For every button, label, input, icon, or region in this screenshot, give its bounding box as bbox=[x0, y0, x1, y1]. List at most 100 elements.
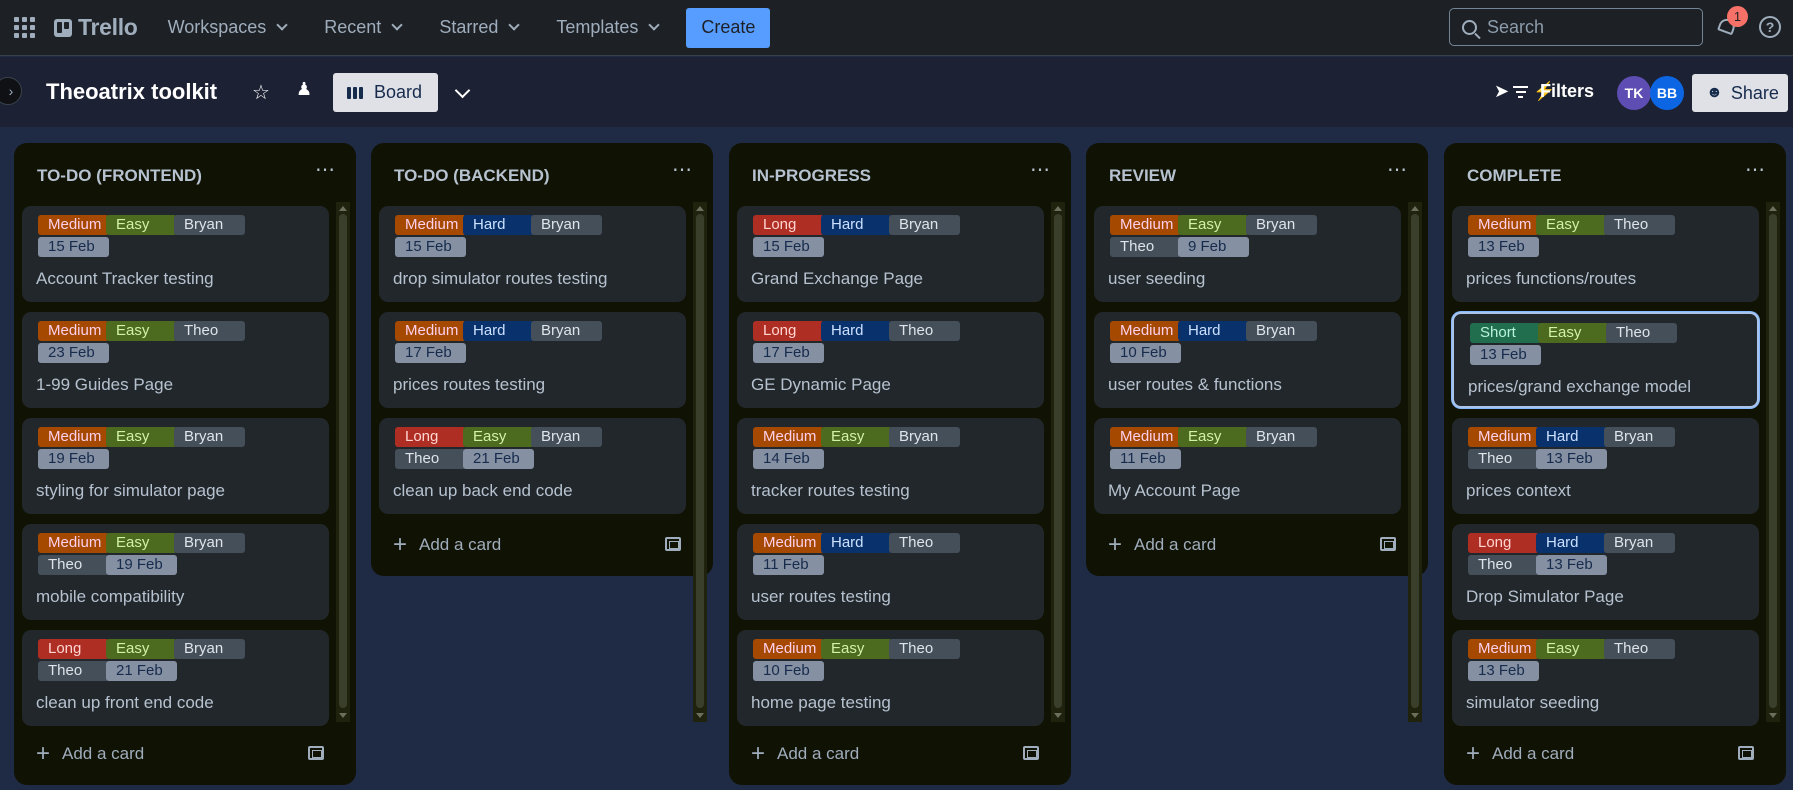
card-label[interactable]: Hard bbox=[463, 215, 534, 235]
card[interactable]: Long Easy Bryan Theo 21 Feb clean up front en… bbox=[22, 630, 329, 726]
due-date-badge[interactable]: 10 Feb bbox=[753, 661, 824, 681]
card-label[interactable]: Hard bbox=[1536, 533, 1607, 553]
card-label[interactable]: Bryan bbox=[1246, 215, 1317, 235]
due-date-badge[interactable]: 9 Feb bbox=[1178, 237, 1249, 257]
card-label[interactable]: Bryan bbox=[889, 215, 960, 235]
due-date-badge[interactable]: 13 Feb bbox=[1536, 555, 1607, 575]
chevron-down-icon[interactable] bbox=[454, 82, 471, 99]
card-template-icon[interactable] bbox=[1738, 746, 1754, 760]
card-label[interactable]: Long bbox=[395, 427, 466, 447]
card[interactable]: Long Hard Bryan Theo 13 Feb Drop Simulator Pa… bbox=[1452, 524, 1759, 620]
card[interactable]: Medium Easy Bryan 19 Feb styling for simulat… bbox=[22, 418, 329, 514]
due-date-badge[interactable]: 23 Feb bbox=[38, 343, 109, 363]
list-scrollbar[interactable] bbox=[336, 202, 350, 722]
card-label[interactable]: Long bbox=[38, 639, 109, 659]
card-label[interactable]: Bryan bbox=[1246, 321, 1317, 341]
card-label[interactable]: Easy bbox=[821, 427, 892, 447]
avatar[interactable]: TK bbox=[1617, 76, 1651, 110]
list-scrollbar[interactable] bbox=[1766, 202, 1780, 722]
list-menu-icon[interactable]: ⋯ bbox=[1387, 157, 1408, 182]
due-date-badge[interactable]: 13 Feb bbox=[1536, 449, 1607, 469]
scroll-thumb[interactable] bbox=[1054, 214, 1062, 708]
due-date-badge[interactable]: 21 Feb bbox=[106, 661, 177, 681]
due-date-badge[interactable]: 11 Feb bbox=[1110, 449, 1181, 469]
workspace-visibility-icon[interactable]: ♟ bbox=[296, 79, 312, 100]
card-label[interactable]: Bryan bbox=[174, 639, 245, 659]
due-date-badge[interactable]: 13 Feb bbox=[1470, 345, 1541, 365]
due-date-badge[interactable]: 17 Feb bbox=[753, 343, 824, 363]
card-label[interactable]: Theo bbox=[889, 321, 960, 341]
add-card-button[interactable]: + Add a card bbox=[385, 521, 695, 569]
star-icon[interactable]: ☆ bbox=[252, 80, 270, 105]
list-title[interactable]: IN-PROGRESS bbox=[752, 166, 871, 186]
add-card-button[interactable]: + Add a card bbox=[28, 730, 338, 778]
card-label[interactable]: Easy bbox=[1536, 639, 1607, 659]
card-label[interactable]: Easy bbox=[106, 639, 177, 659]
card-label[interactable]: Easy bbox=[106, 215, 177, 235]
card[interactable]: Medium Hard Bryan 15 Feb drop simulator rout… bbox=[379, 206, 686, 302]
card-label[interactable]: Theo bbox=[1604, 215, 1675, 235]
card-label[interactable]: Theo bbox=[38, 661, 109, 681]
filters-button[interactable]: Filters bbox=[1513, 81, 1594, 102]
card-label[interactable]: Bryan bbox=[889, 427, 960, 447]
card-label[interactable]: Easy bbox=[106, 321, 177, 341]
scroll-up-icon[interactable] bbox=[339, 206, 347, 211]
board-view-button[interactable]: Board bbox=[333, 73, 438, 112]
scroll-down-icon[interactable] bbox=[1054, 713, 1062, 718]
card[interactable]: Medium Hard Bryan 17 Feb prices routes testi… bbox=[379, 312, 686, 408]
card-label[interactable]: Long bbox=[1468, 533, 1539, 553]
board-title[interactable]: Theoatrix toolkit bbox=[46, 79, 217, 105]
card[interactable]: Long Hard Bryan 15 Feb Grand Exchange Page bbox=[737, 206, 1044, 302]
card-label[interactable]: Easy bbox=[106, 427, 177, 447]
card[interactable]: Long Hard Theo 17 Feb GE Dynamic Page bbox=[737, 312, 1044, 408]
card-label[interactable]: Theo bbox=[1468, 449, 1539, 469]
due-date-badge[interactable]: 17 Feb bbox=[395, 343, 466, 363]
card-label[interactable]: Easy bbox=[1536, 215, 1607, 235]
card-label[interactable]: Theo bbox=[889, 639, 960, 659]
create-button[interactable]: Create bbox=[686, 7, 771, 48]
card-label[interactable]: Medium bbox=[1110, 215, 1181, 235]
card-label[interactable]: Long bbox=[753, 321, 824, 341]
card-template-icon[interactable] bbox=[1023, 746, 1039, 760]
list-scrollbar[interactable] bbox=[1408, 202, 1422, 722]
share-button[interactable]: ☻ Share bbox=[1692, 74, 1788, 112]
due-date-badge[interactable]: 11 Feb bbox=[753, 555, 824, 575]
list-title[interactable]: COMPLETE bbox=[1467, 166, 1561, 186]
workspaces-menu[interactable]: Workspaces bbox=[156, 9, 299, 46]
due-date-badge[interactable]: 14 Feb bbox=[753, 449, 824, 469]
help-button[interactable]: ? bbox=[1759, 16, 1781, 38]
search-input[interactable]: Search bbox=[1449, 8, 1703, 46]
card-label[interactable]: Medium bbox=[753, 533, 824, 553]
card-label[interactable]: Theo bbox=[889, 533, 960, 553]
scroll-thumb[interactable] bbox=[1411, 214, 1419, 708]
recent-menu[interactable]: Recent bbox=[312, 9, 413, 46]
card-label[interactable]: Theo bbox=[1110, 237, 1181, 257]
card-label[interactable]: Easy bbox=[1538, 323, 1609, 343]
card[interactable]: Short Easy Theo 13 Feb prices/grand exchange… bbox=[1452, 312, 1759, 408]
card-label[interactable]: Bryan bbox=[531, 321, 602, 341]
due-date-badge[interactable]: 10 Feb bbox=[1110, 343, 1181, 363]
card-label[interactable]: Medium bbox=[753, 427, 824, 447]
scroll-up-icon[interactable] bbox=[1769, 206, 1777, 211]
power-ups-icon[interactable]: ➤ bbox=[1494, 81, 1509, 102]
templates-menu[interactable]: Templates bbox=[544, 9, 670, 46]
list-menu-icon[interactable]: ⋯ bbox=[1745, 157, 1766, 182]
card-label[interactable]: Medium bbox=[38, 533, 109, 553]
add-card-button[interactable]: + Add a card bbox=[1100, 521, 1410, 569]
card-label[interactable]: Bryan bbox=[1604, 533, 1675, 553]
due-date-badge[interactable]: 21 Feb bbox=[463, 449, 534, 469]
card-label[interactable]: Hard bbox=[463, 321, 534, 341]
card[interactable]: Medium Easy Bryan 14 Feb tracker routes test… bbox=[737, 418, 1044, 514]
scroll-down-icon[interactable] bbox=[696, 713, 704, 718]
card-label[interactable]: Theo bbox=[1604, 639, 1675, 659]
card-label[interactable]: Long bbox=[753, 215, 824, 235]
card-label[interactable]: Hard bbox=[821, 321, 892, 341]
card-label[interactable]: Bryan bbox=[174, 427, 245, 447]
card-label[interactable]: Bryan bbox=[531, 215, 602, 235]
card-label[interactable]: Easy bbox=[821, 639, 892, 659]
scroll-thumb[interactable] bbox=[1769, 214, 1777, 708]
card-label[interactable]: Easy bbox=[1178, 427, 1249, 447]
due-date-badge[interactable]: 19 Feb bbox=[106, 555, 177, 575]
list-menu-icon[interactable]: ⋯ bbox=[672, 157, 693, 182]
card-label[interactable]: Medium bbox=[38, 427, 109, 447]
